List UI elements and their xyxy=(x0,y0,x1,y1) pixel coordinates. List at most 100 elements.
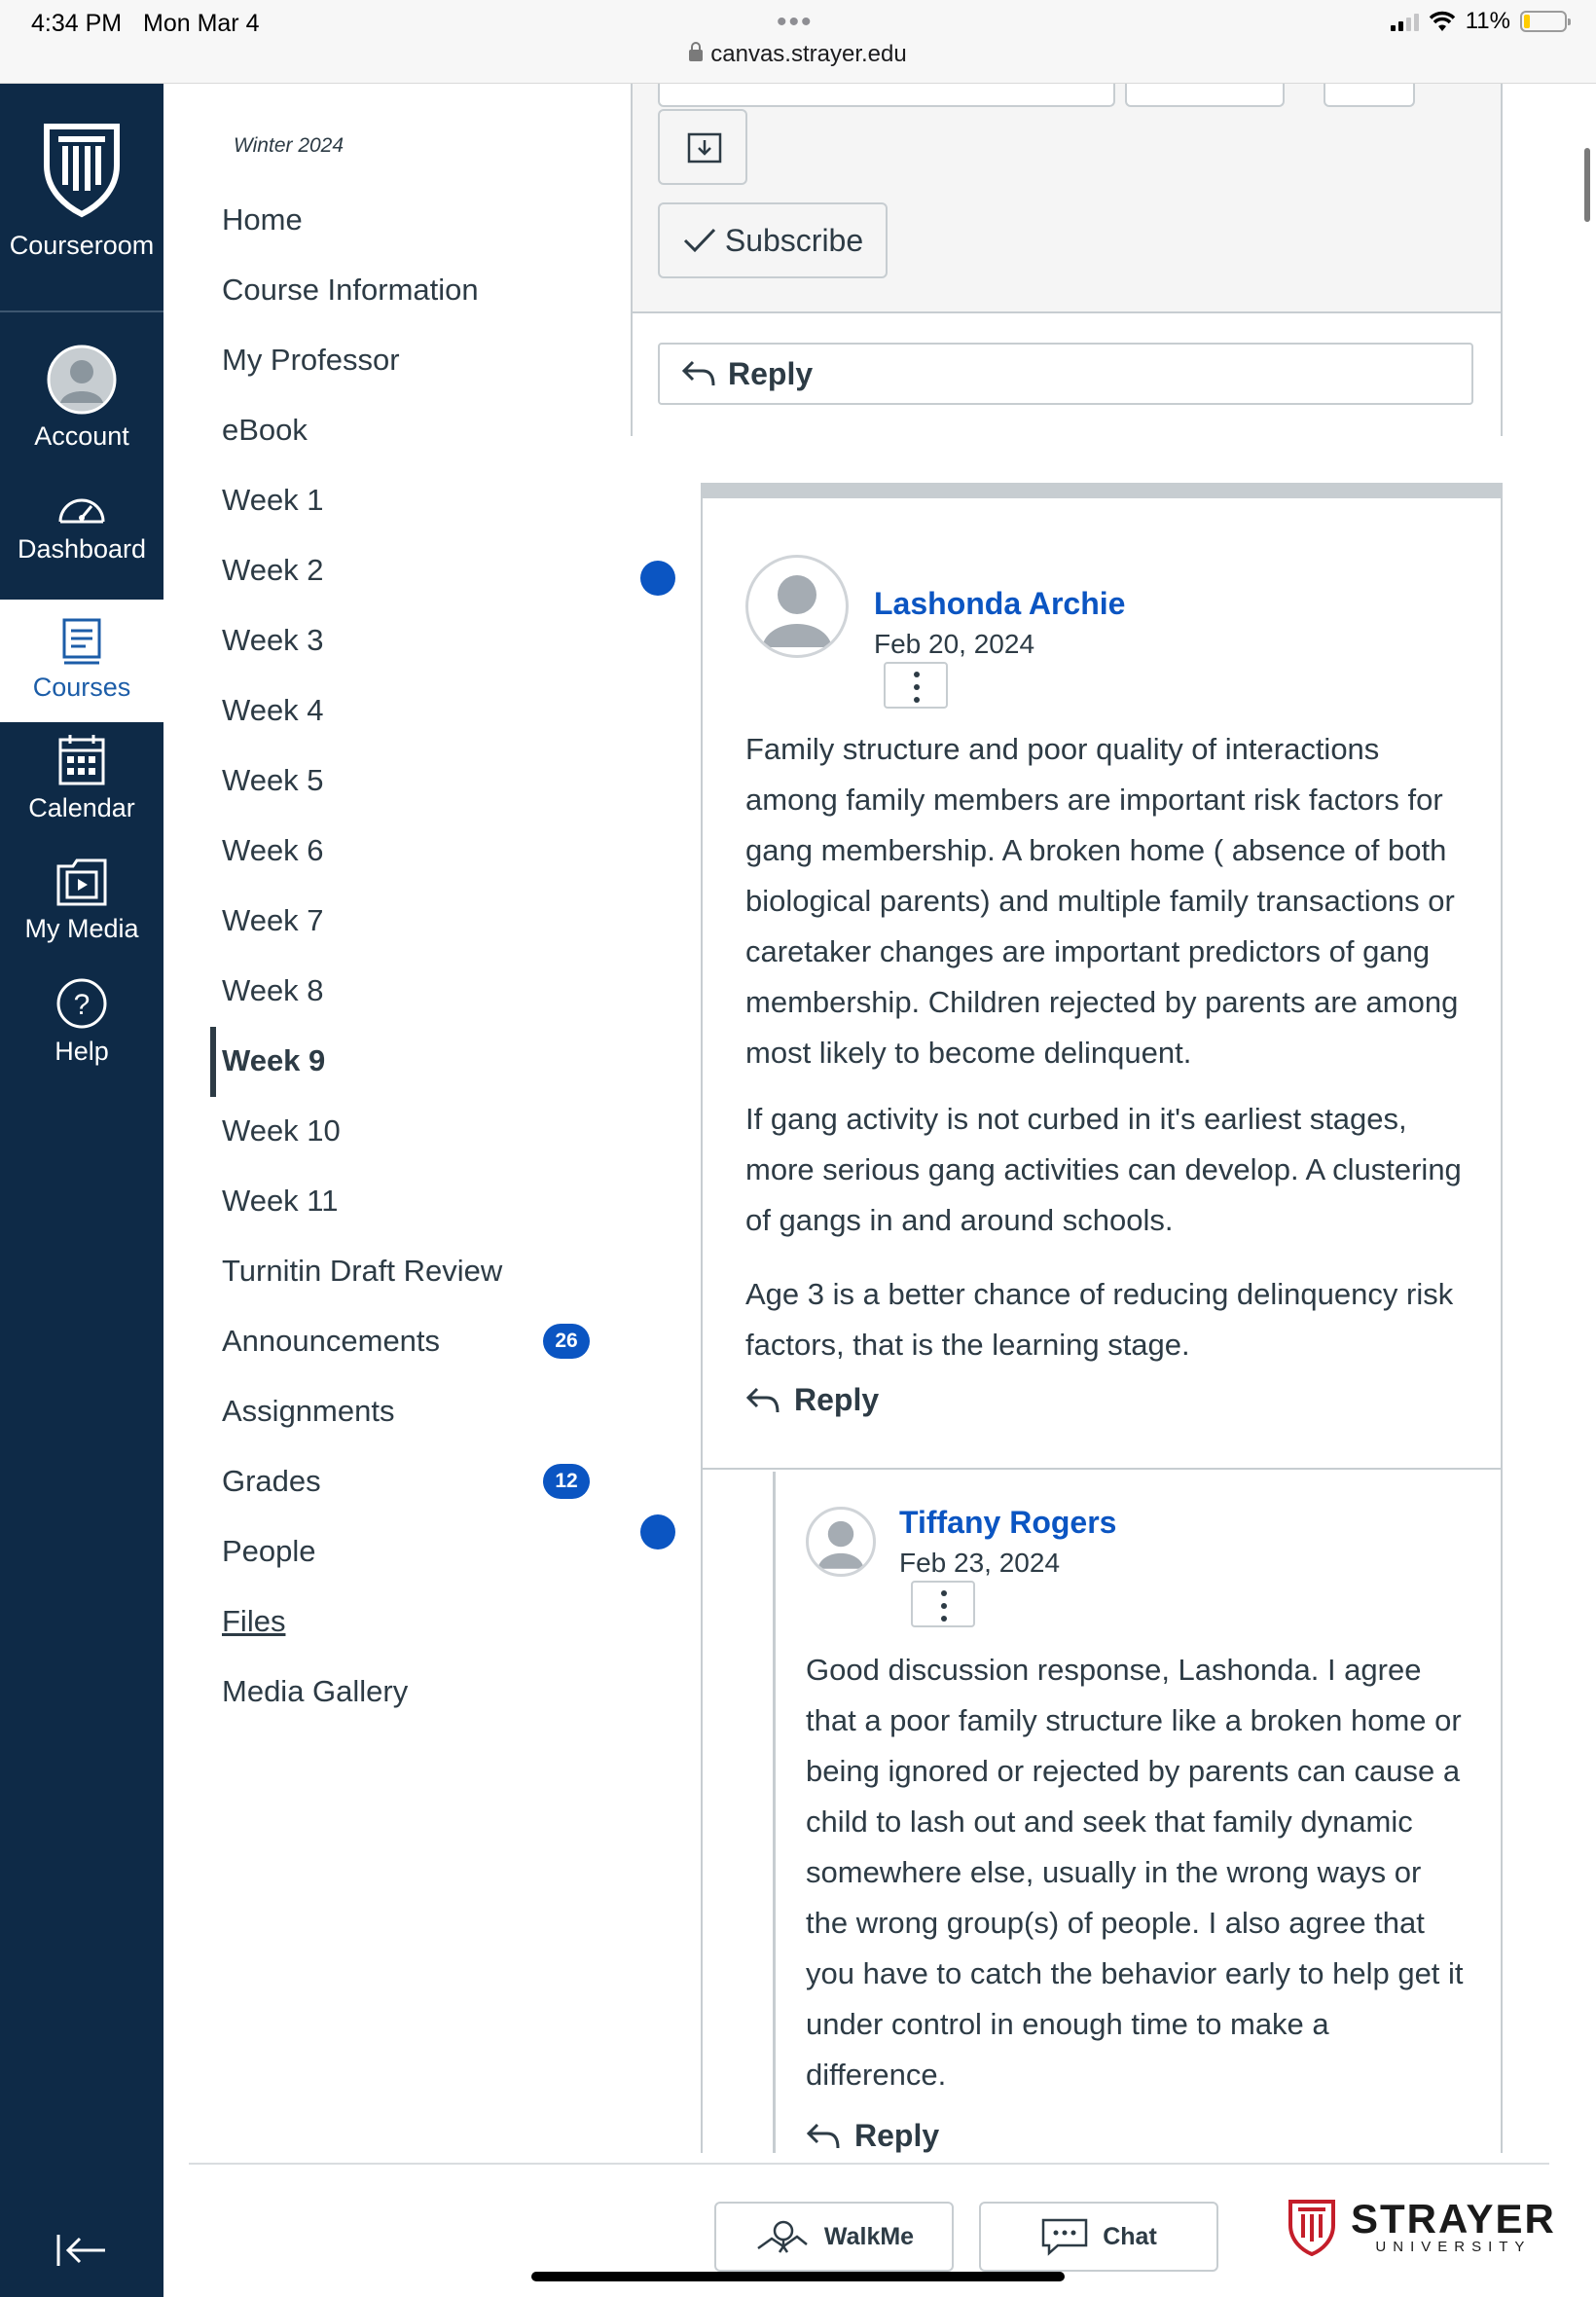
url-text: canvas.strayer.edu xyxy=(710,41,907,67)
course-nav-label: Home xyxy=(222,202,303,237)
course-nav-week-11[interactable]: Week 11 xyxy=(222,1177,338,1225)
course-nav-week-4[interactable]: Week 4 xyxy=(222,686,324,735)
scroll-indicator[interactable] xyxy=(1584,148,1590,222)
walkme-icon xyxy=(757,2220,808,2253)
course-nav-week-7[interactable]: Week 7 xyxy=(222,896,324,945)
address-bar[interactable]: canvas.strayer.edu xyxy=(0,41,1596,68)
course-nav-label: eBook xyxy=(222,413,308,447)
nested-reply-indent xyxy=(773,1472,776,2153)
course-nav-my-professor[interactable]: My Professor xyxy=(222,336,400,384)
course-nav-week-9[interactable]: Week 9 xyxy=(209,1027,326,1097)
status-date: Mon Mar 4 xyxy=(143,10,260,37)
author-name-link[interactable]: Lashonda Archie xyxy=(874,586,1125,622)
course-nav-week-8[interactable]: Week 8 xyxy=(222,966,324,1015)
course-nav-label: Grades xyxy=(222,1464,321,1498)
course-nav-home[interactable]: Home xyxy=(222,196,303,244)
course-nav-label: Turnitin Draft Review xyxy=(222,1254,503,1288)
course-nav-label: Week 1 xyxy=(222,483,324,517)
global-nav-calendar[interactable]: Calendar xyxy=(0,734,163,841)
post-date: Feb 20, 2024 xyxy=(874,629,1035,659)
expand-threads-button[interactable] xyxy=(658,109,747,185)
status-time: 4:34 PM xyxy=(31,10,123,37)
calendar-icon xyxy=(58,735,105,785)
global-nav-label: Help xyxy=(54,1037,109,1066)
reply-button[interactable]: Reply xyxy=(658,343,1473,405)
course-nav-label: Assignments xyxy=(222,1394,395,1428)
course-nav-label: My Professor xyxy=(222,343,400,377)
brand-subtitle: UNIVERSITY xyxy=(1375,2238,1532,2255)
battery-icon xyxy=(1520,11,1571,32)
global-navigation: Courseroom Account Dashboard Courses Cal… xyxy=(0,84,163,2297)
filter-select[interactable] xyxy=(1125,84,1285,107)
battery-percent: 11% xyxy=(1465,8,1510,34)
course-nav-week-1[interactable]: Week 1 xyxy=(222,476,324,525)
reply-arrow-icon xyxy=(806,2123,840,2148)
course-term: Winter 2024 xyxy=(234,134,345,157)
discussion-toolbar: Subscribe Reply xyxy=(631,84,1503,436)
global-nav-my-media[interactable]: My Media xyxy=(0,857,163,964)
strayer-shield-icon xyxy=(44,124,120,218)
lock-icon xyxy=(689,42,704,61)
course-nav-label: Media Gallery xyxy=(222,1674,409,1708)
course-nav-week-5[interactable]: Week 5 xyxy=(222,756,324,805)
dashboard-icon xyxy=(58,498,105,524)
author-name-link[interactable]: Tiffany Rogers xyxy=(899,1505,1116,1541)
author-avatar[interactable] xyxy=(745,555,849,658)
course-nav-course-information[interactable]: Course Information xyxy=(222,266,479,314)
course-nav-turnitin-draft-review[interactable]: Turnitin Draft Review xyxy=(222,1247,502,1295)
reply-label: Reply xyxy=(794,1382,880,1417)
strayer-university-logo[interactable]: STRAYER UNIVERSITY xyxy=(1287,2198,1556,2256)
course-nav-files[interactable]: Files xyxy=(222,1597,285,1646)
course-nav-week-6[interactable]: Week 6 xyxy=(222,826,324,875)
my-media-icon xyxy=(56,858,107,906)
course-nav-ebook[interactable]: eBook xyxy=(222,406,308,455)
author-avatar[interactable] xyxy=(806,1507,876,1577)
signal-icon xyxy=(1390,12,1419,31)
global-nav-label: Dashboard xyxy=(17,534,147,564)
collapse-nav-icon[interactable] xyxy=(54,2231,109,2270)
course-nav-label: Files xyxy=(222,1604,286,1638)
walkme-button[interactable]: WalkMe xyxy=(714,2202,954,2272)
entry-options-button[interactable] xyxy=(884,662,948,709)
courseroom-logo-link[interactable]: Courseroom xyxy=(0,84,163,312)
entry-paragraph: Good discussion response, Lashonda. I ag… xyxy=(806,1653,1464,2092)
global-nav-label: Account xyxy=(34,421,129,451)
course-nav-week-3[interactable]: Week 3 xyxy=(222,616,324,665)
course-nav-assignments[interactable]: Assignments xyxy=(222,1387,394,1436)
global-nav-courses[interactable]: Courses xyxy=(0,600,163,722)
reply-label: Reply xyxy=(728,355,814,391)
home-indicator[interactable] xyxy=(531,2272,1065,2281)
chat-button[interactable]: Chat xyxy=(979,2202,1218,2272)
course-nav-label: Week 9 xyxy=(222,1043,326,1077)
course-nav-people[interactable]: People xyxy=(222,1527,316,1576)
search-entries-input[interactable] xyxy=(658,84,1115,107)
course-nav-label: Week 11 xyxy=(222,1184,339,1218)
course-nav-announcements[interactable]: Announcements 26 xyxy=(222,1317,611,1366)
sort-button[interactable] xyxy=(1324,84,1415,107)
account-icon xyxy=(47,345,117,415)
wifi-icon xyxy=(1429,11,1455,31)
course-nav-label: Week 7 xyxy=(222,903,324,937)
entry-reply-link[interactable]: Reply xyxy=(806,2118,939,2153)
course-nav-media-gallery[interactable]: Media Gallery xyxy=(222,1667,408,1716)
course-nav-week-2[interactable]: Week 2 xyxy=(222,546,324,595)
course-nav-label: Week 6 xyxy=(222,833,324,867)
reply-area: Reply xyxy=(633,311,1501,436)
walkme-label: WalkMe xyxy=(823,2222,915,2250)
checkmark-icon xyxy=(683,228,715,253)
global-nav-help[interactable]: ? Help xyxy=(0,977,163,1084)
reply-arrow-icon xyxy=(681,360,715,386)
more-dots-icon[interactable]: ••• xyxy=(777,6,814,39)
course-nav-week-10[interactable]: Week 10 xyxy=(222,1107,341,1155)
global-nav-account[interactable]: Account xyxy=(0,345,163,457)
course-nav-label: Week 4 xyxy=(222,693,324,727)
browser-status-bar: 4:34 PM Mon Mar 4 ••• canvas.strayer.edu… xyxy=(0,0,1596,84)
post-date: Feb 23, 2024 xyxy=(899,1548,1061,1578)
entry-reply-link[interactable]: Reply xyxy=(745,1382,879,1418)
entry-options-button[interactable] xyxy=(911,1581,975,1627)
global-nav-dashboard[interactable]: Dashboard xyxy=(0,489,163,586)
subscribe-button[interactable]: Subscribe xyxy=(658,202,888,278)
course-nav-label: Week 8 xyxy=(222,973,324,1007)
course-nav-label: People xyxy=(222,1534,316,1568)
course-nav-grades[interactable]: Grades 12 xyxy=(222,1457,611,1506)
